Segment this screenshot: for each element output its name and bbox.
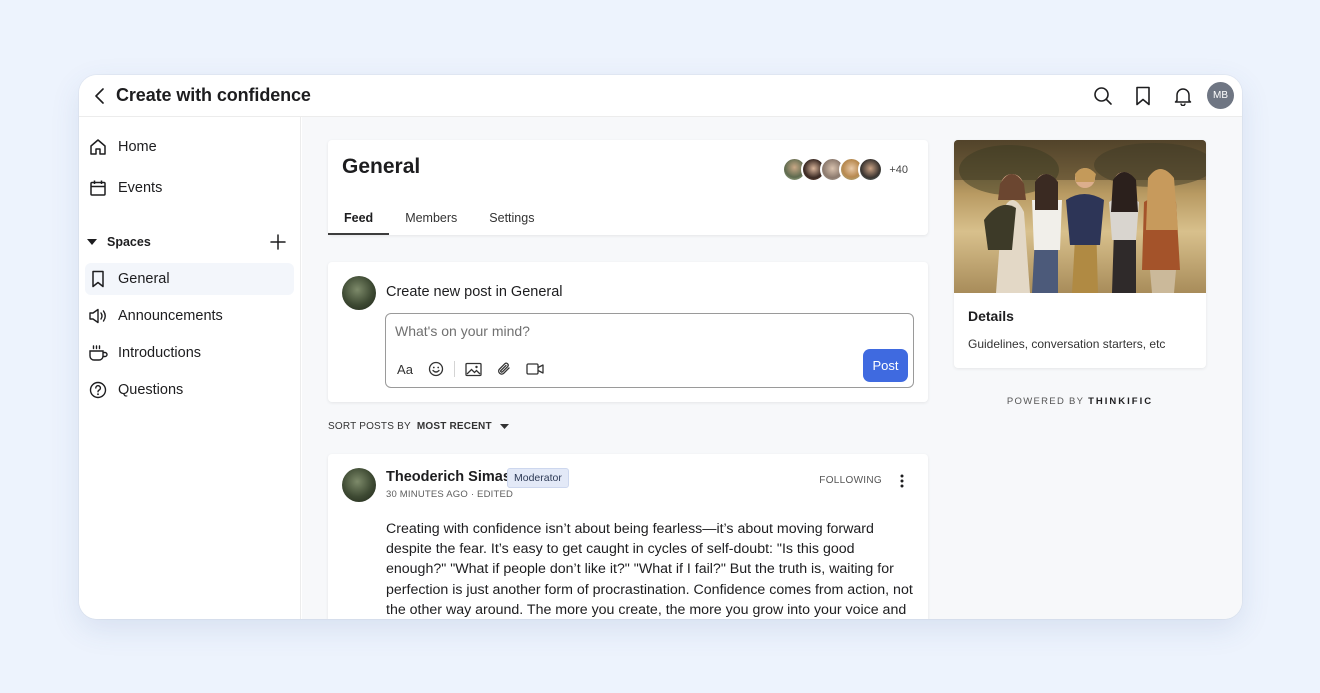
page-title: Create with confidence <box>116 85 311 105</box>
bookmark-icon <box>87 268 109 290</box>
space-tabs: Feed Members Settings <box>328 200 550 235</box>
following-button[interactable]: FOLLOWING <box>819 475 882 486</box>
sidebar-item-label: Events <box>118 180 163 196</box>
attachment-icon[interactable] <box>493 358 515 380</box>
sidebar-item-label: General <box>118 271 170 287</box>
sidebar-item-events[interactable]: Events <box>85 172 294 204</box>
member-avatars[interactable]: +40 <box>782 157 908 182</box>
spaces-label: Spaces <box>107 235 151 249</box>
group-photo-image <box>954 140 1206 293</box>
top-bar: Create with confidence MB <box>79 75 1242 117</box>
tab-feed[interactable]: Feed <box>328 200 390 235</box>
caret-down-icon <box>499 421 509 432</box>
sort-dropdown[interactable]: MOST RECENT <box>417 421 509 432</box>
member-count[interactable]: +40 <box>889 164 908 176</box>
composer-box: Aa Post <box>385 313 914 388</box>
question-circle-icon <box>87 379 109 401</box>
toolbar-divider <box>454 361 455 377</box>
sort-label: SORT POSTS BY <box>328 421 411 432</box>
app-window: Create with confidence MB Home Events Sp… <box>79 75 1242 619</box>
details-card[interactable]: Details Guidelines, conversation starter… <box>954 140 1206 368</box>
bell-icon <box>1174 88 1192 106</box>
thinkific-logo[interactable]: THINKIFIC <box>1088 396 1153 407</box>
post-input[interactable] <box>395 323 835 339</box>
kebab-menu-icon <box>900 474 904 488</box>
composer-label: Create new post in General <box>386 284 563 300</box>
sidebar-item-introductions[interactable]: Introductions <box>85 337 294 369</box>
sidebar-item-general[interactable]: General <box>85 263 294 295</box>
text-format-icon[interactable]: Aa <box>394 358 416 380</box>
post-meta: 30 MINUTES AGO · EDITED <box>386 489 514 500</box>
sidebar-item-announcements[interactable]: Announcements <box>85 300 294 332</box>
search-button[interactable] <box>1090 84 1116 108</box>
details-title: Details <box>968 308 1014 324</box>
add-space-button[interactable] <box>268 231 288 253</box>
main-content: General +40 Feed Members Settings Create… <box>302 117 1242 619</box>
user-avatar[interactable]: MB <box>1207 82 1234 109</box>
avatar <box>342 276 376 310</box>
caret-down-icon[interactable] <box>87 239 99 245</box>
sidebar-item-label: Announcements <box>118 308 223 324</box>
post-author[interactable]: Theoderich Simas <box>386 469 511 485</box>
video-icon[interactable] <box>524 358 546 380</box>
emoji-icon[interactable] <box>425 358 447 380</box>
powered-by: POWERED BY THINKIFIC <box>954 396 1206 407</box>
avatar[interactable] <box>342 468 376 502</box>
coffee-cup-icon <box>87 342 109 364</box>
sidebar-item-label: Home <box>118 139 157 155</box>
image-icon[interactable] <box>462 358 484 380</box>
sidebar-item-questions[interactable]: Questions <box>85 374 294 406</box>
bookmarks-button[interactable] <box>1130 84 1156 108</box>
calendar-icon <box>87 177 109 199</box>
megaphone-icon <box>87 305 109 327</box>
more-options-button[interactable] <box>894 471 910 491</box>
back-button[interactable] <box>87 84 113 108</box>
sidebar-item-home[interactable]: Home <box>85 131 294 163</box>
home-icon <box>87 136 109 158</box>
sort-value: MOST RECENT <box>416 421 492 432</box>
chevron-left-icon <box>95 88 104 104</box>
post-body: Creating with confidence isn’t about bei… <box>386 521 913 618</box>
composer-toolbar: Aa <box>394 358 555 380</box>
tab-members[interactable]: Members <box>389 200 473 235</box>
sort-bar: SORT POSTS BY MOST RECENT <box>328 421 509 432</box>
search-icon <box>1094 87 1112 105</box>
details-description: Guidelines, conversation starters, etc <box>968 337 1166 351</box>
notifications-button[interactable] <box>1170 84 1196 108</box>
avatar <box>858 157 884 182</box>
post-card: Theoderich Simas Moderator 30 MINUTES AG… <box>328 454 928 619</box>
bookmark-icon <box>1136 86 1150 106</box>
sidebar: Home Events Spaces General Announcements… <box>79 117 301 619</box>
sidebar-item-label: Questions <box>118 382 184 398</box>
tab-settings[interactable]: Settings <box>473 200 550 235</box>
post-composer: Create new post in General Aa <box>328 262 928 402</box>
plus-icon <box>270 234 286 250</box>
powered-by-prefix: POWERED BY <box>1006 396 1085 407</box>
spaces-header: Spaces <box>87 231 288 253</box>
space-header-card: General +40 Feed Members Settings <box>328 140 928 235</box>
post-button[interactable]: Post <box>863 349 908 382</box>
space-title: General <box>342 155 421 178</box>
sidebar-item-label: Introductions <box>118 345 202 361</box>
moderator-badge: Moderator <box>507 468 569 488</box>
